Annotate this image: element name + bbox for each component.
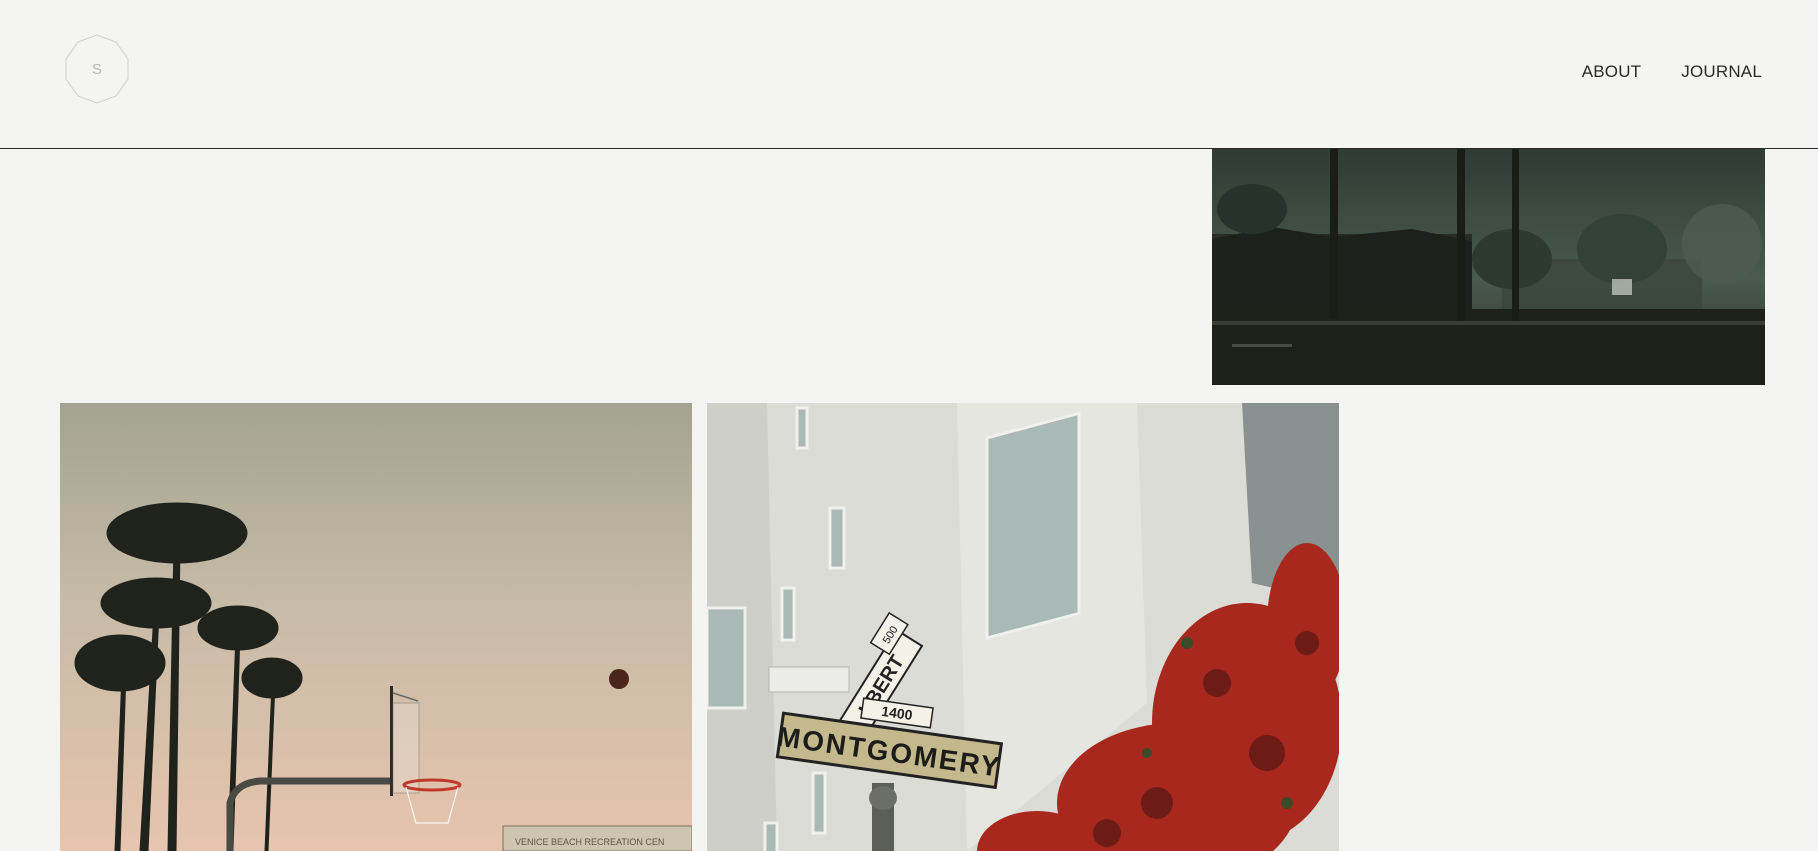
site-header: S ABOUT JOURNAL [0,0,1818,149]
foggy-street-image [1212,149,1765,385]
main-nav: ABOUT JOURNAL [1582,62,1762,82]
photo-street-sign[interactable]: LBERT 500 1400 MONTGOMERY [707,403,1339,851]
street-sign-image: LBERT 500 1400 MONTGOMERY [707,403,1339,851]
photo-foggy-street[interactable] [1212,149,1765,385]
nav-journal-link[interactable]: JOURNAL [1681,62,1762,82]
photo-basketball-court[interactable]: VENICE BEACH RECREATION CEN [60,403,692,851]
logo[interactable]: S [62,34,132,104]
basketball-court-image: VENICE BEACH RECREATION CEN [60,403,692,851]
recreation-center-sign: VENICE BEACH RECREATION CEN [515,837,664,847]
logo-letter: S [92,61,102,78]
nav-about-link[interactable]: ABOUT [1582,62,1642,82]
